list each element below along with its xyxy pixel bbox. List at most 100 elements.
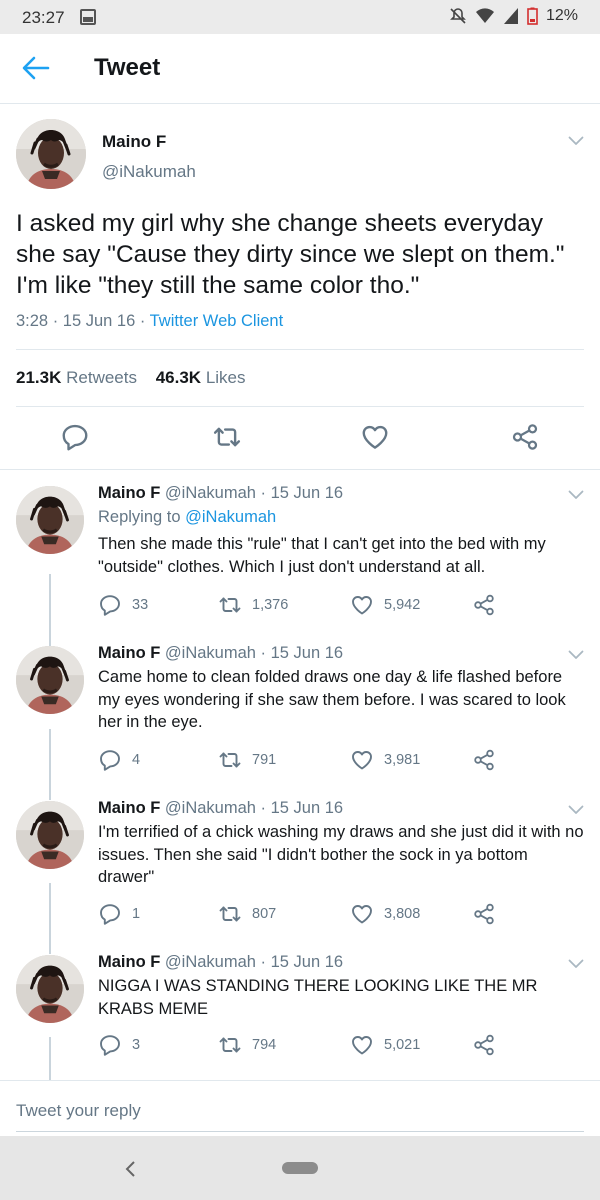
like-count: 5,942 (384, 597, 421, 613)
reply-composer[interactable]: Tweet your reply (0, 1080, 600, 1136)
reply-action[interactable]: 1 (98, 902, 140, 926)
author-handle-date: @iNakumah · 15 Jun 16 (164, 644, 344, 662)
reply-tweet[interactable]: Maino F @iNakumah · 15 Jun 16 NIGGA I WA… (0, 939, 600, 1079)
author-name[interactable]: Maino F (98, 953, 160, 971)
share-action[interactable] (472, 1033, 496, 1057)
chevron-down-icon[interactable] (568, 959, 584, 969)
avatar[interactable] (16, 955, 84, 1023)
retweets-label[interactable]: Retweets (66, 368, 137, 387)
tweet-text: I asked my girl why she change sheets ev… (16, 210, 565, 299)
wifi-icon (475, 8, 494, 23)
app-header: Tweet (0, 34, 600, 104)
back-arrow-icon[interactable] (20, 54, 52, 82)
avatar[interactable] (16, 646, 84, 714)
reply-count: 1 (132, 906, 141, 922)
retweet-action[interactable]: 791 (218, 748, 276, 772)
author-name[interactable]: Maino F (98, 484, 160, 502)
author-name[interactable]: Maino F (98, 644, 160, 662)
reply-input-underline (16, 1131, 584, 1132)
share-icon[interactable] (472, 1033, 496, 1057)
reply-actions: 33 1,376 5,942 (98, 593, 598, 615)
replying-to-handle[interactable]: @iNakumah (185, 508, 276, 526)
share-icon[interactable] (472, 748, 496, 772)
tweet-client-link[interactable]: Twitter Web Client (150, 312, 284, 330)
tweet-stats: 21.3K Retweets 46.3K Likes (16, 368, 246, 388)
battery-icon (527, 7, 538, 25)
reply-header: Maino F @iNakumah · 15 Jun 16 (98, 953, 343, 972)
like-icon[interactable] (350, 902, 374, 926)
chevron-down-icon[interactable] (568, 650, 584, 660)
retweet-count: 791 (252, 752, 277, 768)
like-action[interactable]: 3,808 (350, 902, 420, 926)
author-name[interactable]: Maino F (98, 799, 160, 817)
page-title: Tweet (94, 54, 161, 81)
author-handle-date: @iNakumah · 15 Jun 16 (164, 799, 344, 817)
reply-icon[interactable] (98, 902, 122, 926)
share-icon[interactable] (510, 422, 540, 452)
author-name[interactable]: Maino F (102, 132, 166, 152)
status-icons: 12% (449, 7, 578, 25)
reply-text: I'm terrified of a chick washing my draw… (98, 823, 584, 886)
chevron-down-icon[interactable] (568, 490, 584, 500)
notifications-off-icon (450, 8, 466, 24)
share-action[interactable] (472, 902, 496, 926)
like-count: 5,021 (384, 1037, 421, 1053)
reply-action[interactable]: 3 (98, 1033, 140, 1057)
author-handle-date: @iNakumah · 15 Jun 16 (164, 484, 344, 502)
chevron-down-icon[interactable] (568, 136, 584, 146)
like-icon[interactable] (350, 748, 374, 772)
like-icon[interactable] (350, 1033, 374, 1057)
reply-icon[interactable] (98, 1033, 122, 1057)
retweets-count[interactable]: 21.3K (16, 368, 61, 387)
nav-home-pill[interactable] (282, 1162, 318, 1174)
like-icon[interactable] (360, 422, 390, 452)
share-action[interactable] (472, 748, 496, 772)
reply-text: Came home to clean folded draws one day … (98, 668, 566, 731)
reply-action[interactable]: 4 (98, 748, 140, 772)
retweet-icon[interactable] (218, 748, 242, 772)
retweet-count: 794 (252, 1037, 277, 1053)
reply-count: 3 (132, 1037, 141, 1053)
reply-text: Then she made this "rule" that I can't g… (98, 535, 546, 576)
likes-count[interactable]: 46.3K (156, 368, 201, 387)
retweet-icon[interactable] (218, 1033, 242, 1057)
reply-count: 33 (132, 597, 149, 613)
share-icon[interactable] (472, 902, 496, 926)
reply-tweet[interactable]: Maino F @iNakumah · 15 Jun 16 I'm terrif… (0, 785, 600, 939)
retweet-icon[interactable] (218, 902, 242, 926)
reply-action[interactable]: 33 (98, 593, 148, 617)
retweet-icon[interactable] (212, 422, 242, 452)
reply-tweet[interactable]: Maino F @iNakumah · 15 Jun 16 Came home … (0, 630, 600, 785)
reply-header: Maino F @iNakumah · 15 Jun 16 (98, 484, 343, 503)
avatar[interactable] (16, 486, 84, 554)
share-icon[interactable] (472, 593, 496, 617)
retweet-action[interactable]: 1,376 (218, 593, 288, 617)
signal-icon (503, 8, 518, 24)
reply-icon[interactable] (98, 748, 122, 772)
likes-label[interactable]: Likes (206, 368, 246, 387)
reply-header: Maino F @iNakumah · 15 Jun 16 (98, 799, 343, 818)
retweet-action[interactable]: 807 (218, 902, 276, 926)
divider (16, 406, 584, 407)
reply-input-placeholder[interactable]: Tweet your reply (16, 1101, 141, 1121)
chevron-down-icon[interactable] (568, 805, 584, 815)
nav-back-icon[interactable] (124, 1160, 136, 1178)
retweet-count: 1,376 (252, 597, 289, 613)
system-nav-bar (0, 1136, 600, 1200)
like-action[interactable]: 3,981 (350, 748, 420, 772)
reply-tweet[interactable]: Maino F @iNakumah · 15 Jun 16 Replying t… (0, 470, 600, 630)
retweet-action[interactable]: 794 (218, 1033, 276, 1057)
divider (16, 349, 584, 350)
reply-icon[interactable] (60, 422, 90, 452)
like-icon[interactable] (350, 593, 374, 617)
share-action[interactable] (472, 593, 496, 617)
like-action[interactable]: 5,942 (350, 593, 420, 617)
reply-icon[interactable] (98, 593, 122, 617)
author-handle[interactable]: @iNakumah (102, 162, 196, 182)
like-action[interactable]: 5,021 (350, 1033, 420, 1057)
avatar[interactable] (16, 801, 84, 869)
tweet-actions (0, 422, 600, 456)
retweet-icon[interactable] (218, 593, 242, 617)
avatar[interactable] (16, 119, 86, 189)
status-bar: 23:27 12% (0, 0, 600, 34)
